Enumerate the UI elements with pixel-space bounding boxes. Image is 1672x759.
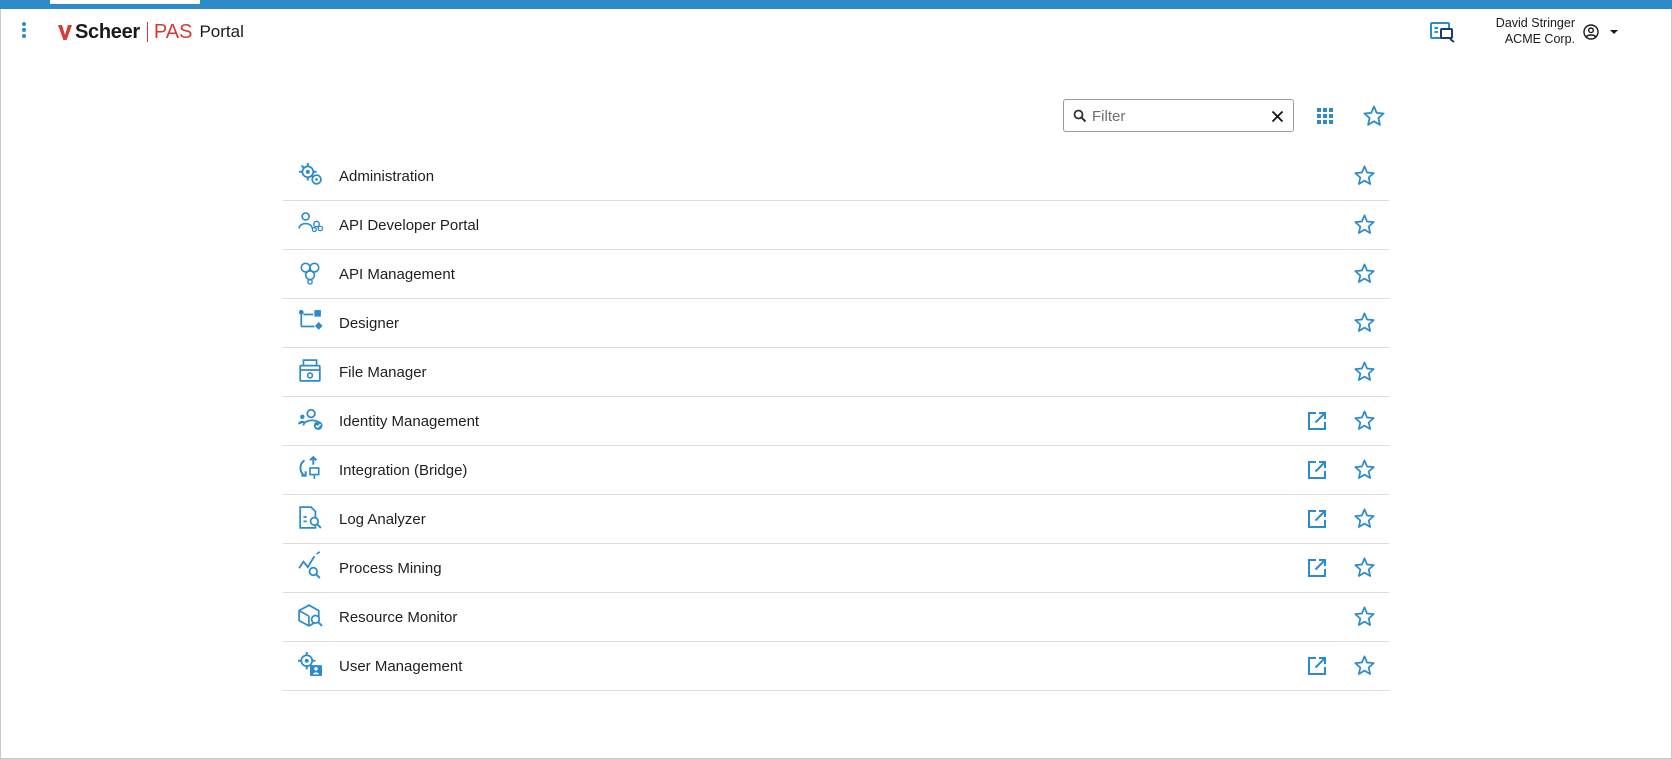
more-vert-icon[interactable] [14, 20, 36, 42]
app-list-item-user-management[interactable]: User Management [283, 642, 1389, 691]
app-label: API Management [339, 266, 455, 283]
star-outline-icon[interactable] [1353, 360, 1376, 383]
brand-logo[interactable]: Scheer PAS Portal [58, 20, 244, 44]
grid-view-icon[interactable] [1314, 105, 1336, 127]
log-analyzer-icon [298, 505, 322, 529]
star-outline-icon[interactable] [1353, 409, 1376, 432]
favorites-star-icon[interactable] [1362, 104, 1386, 128]
app-list-item-api-management[interactable]: API Management [283, 250, 1389, 299]
app-list-item-process-mining[interactable]: Process Mining [283, 544, 1389, 593]
caret-down-icon[interactable] [1609, 27, 1619, 37]
star-outline-icon[interactable] [1353, 213, 1376, 236]
brand-name: Scheer [75, 20, 140, 43]
user-org: ACME Corp. [1504, 32, 1575, 46]
tab-notch [50, 0, 200, 4]
app-list-item-identity-management[interactable]: Identity Management [283, 397, 1389, 446]
filter-field[interactable] [1063, 99, 1294, 132]
api-management-icon [298, 260, 322, 285]
account-circle-icon[interactable] [1583, 24, 1599, 40]
open-in-new-icon[interactable] [1306, 655, 1328, 677]
star-outline-icon[interactable] [1353, 605, 1376, 628]
user-management-icon [298, 652, 322, 676]
star-outline-icon[interactable] [1353, 654, 1376, 677]
integration-icon [298, 455, 322, 480]
brand-separator [146, 22, 148, 42]
identity-icon [298, 407, 323, 431]
scheer-logo-icon [58, 25, 72, 40]
app-list-item-api-developer-portal[interactable]: API Developer Portal [283, 201, 1389, 250]
app-label: Identity Management [339, 413, 480, 430]
top-accent-bar [0, 0, 1672, 9]
user-info[interactable]: David Stringer ACME Corp. [1496, 15, 1575, 47]
app-list-item-resource-monitor[interactable]: Resource Monitor [283, 593, 1389, 642]
app-label: User Management [339, 658, 463, 675]
open-in-new-icon[interactable] [1306, 410, 1328, 432]
app-label: Administration [339, 168, 435, 185]
app-label: Resource Monitor [339, 609, 458, 626]
star-outline-icon[interactable] [1353, 458, 1376, 481]
brand-suffix: Portal [199, 22, 244, 41]
app-label: Designer [339, 315, 400, 332]
app-list-item-integration-bridge[interactable]: Integration (Bridge) [283, 446, 1389, 495]
star-outline-icon[interactable] [1353, 507, 1376, 530]
app-label: Integration (Bridge) [339, 462, 468, 479]
app-label: File Manager [339, 364, 427, 381]
process-mining-icon [298, 551, 322, 579]
star-outline-icon[interactable] [1353, 556, 1376, 579]
app-label: Process Mining [339, 560, 442, 577]
file-manager-icon [298, 358, 322, 382]
app-list: Administration API Developer Portal API … [283, 152, 1389, 691]
open-in-new-icon[interactable] [1306, 459, 1328, 481]
app-list-item-administration[interactable]: Administration [283, 152, 1389, 201]
close-icon[interactable] [1271, 110, 1284, 123]
api-developer-icon [298, 211, 324, 235]
star-outline-icon[interactable] [1353, 311, 1376, 334]
admin-gear-icon [298, 162, 322, 186]
app-list-item-designer[interactable]: Designer [283, 299, 1389, 348]
app-label: Log Analyzer [339, 511, 426, 528]
filter-input[interactable] [1092, 105, 1262, 127]
app-list-item-log-analyzer[interactable]: Log Analyzer [283, 495, 1389, 544]
app-label: API Developer Portal [339, 217, 480, 234]
app-list-item-file-manager[interactable]: File Manager [283, 348, 1389, 397]
message-center-icon[interactable] [1430, 21, 1456, 43]
search-icon [1073, 109, 1087, 123]
resource-monitor-icon [298, 603, 323, 627]
designer-flow-icon [298, 309, 323, 333]
brand-product: PAS [153, 20, 193, 43]
user-name: David Stringer [1495, 16, 1575, 30]
star-outline-icon[interactable] [1353, 164, 1376, 187]
open-in-new-icon[interactable] [1306, 508, 1328, 530]
star-outline-icon[interactable] [1353, 262, 1376, 285]
open-in-new-icon[interactable] [1306, 557, 1328, 579]
